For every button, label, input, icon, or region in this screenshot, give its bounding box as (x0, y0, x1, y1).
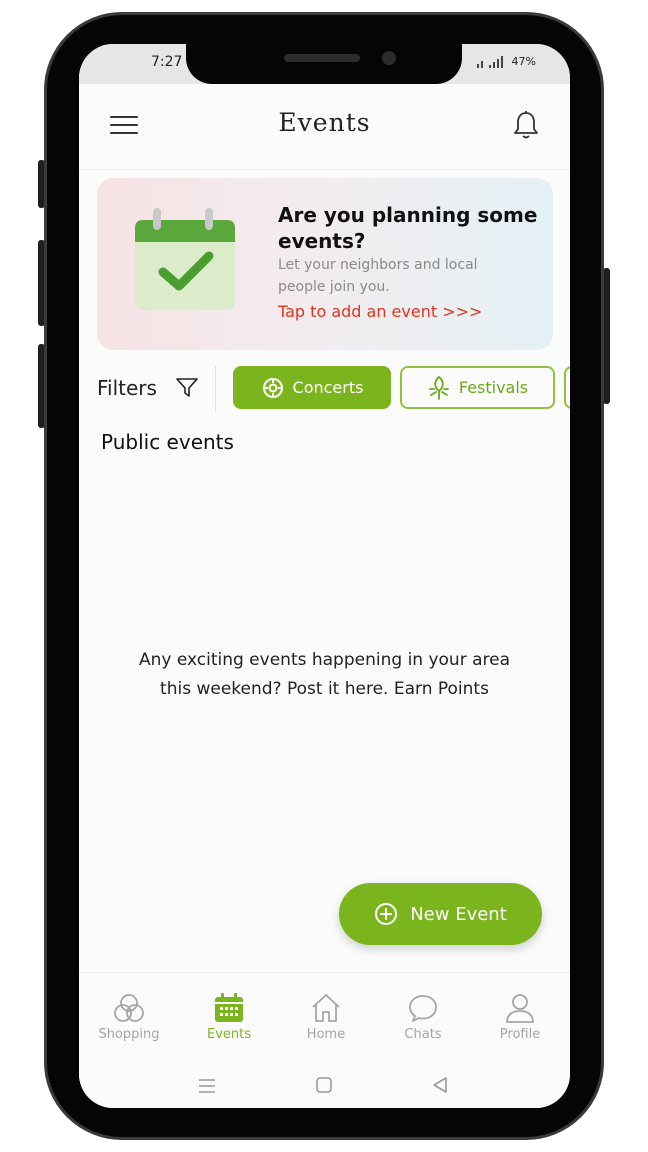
system-nav-bar (79, 1064, 570, 1108)
nav-label: Profile (499, 1027, 541, 1042)
empty-state-line: this weekend? Post it here. Earn Points (160, 679, 489, 699)
home-icon (312, 994, 340, 1022)
phone-notch (186, 40, 462, 84)
concert-icon (262, 377, 283, 398)
banner-subtitle: Let your neighbors and local people join… (278, 257, 478, 295)
page-title: Events (278, 108, 371, 137)
filter-divider (215, 366, 216, 412)
app-header: Events (79, 84, 570, 170)
nav-label: Home (306, 1027, 346, 1042)
shopping-icon (114, 994, 144, 1022)
nav-item-shopping[interactable]: Shopping (84, 991, 174, 1042)
power-button (603, 268, 610, 404)
nav-label: Events (206, 1027, 251, 1042)
recent-apps-icon[interactable] (197, 1078, 217, 1094)
filter-chip-more[interactable] (564, 366, 570, 409)
add-event-banner[interactable]: Are you planning some events? Let your n… (97, 178, 553, 350)
nav-item-chats[interactable]: Chats (378, 991, 468, 1042)
home-square-icon[interactable] (315, 1076, 333, 1094)
calendar-check-icon (135, 208, 235, 310)
nav-item-profile[interactable]: Profile (475, 991, 565, 1042)
signal-icon (476, 55, 503, 68)
status-indicators: 47% (476, 55, 536, 68)
chip-label: Festivals (458, 378, 529, 397)
festival-icon (428, 375, 449, 400)
app-screen: 7:27 47% Events Are you planning some ev (79, 44, 570, 1108)
bottom-nav: Shopping Events Home Chats Profile (79, 972, 570, 1064)
chat-icon (409, 995, 437, 1022)
empty-state-message: Any exciting events happening in your ar… (79, 646, 570, 704)
calendar-icon (215, 993, 243, 1022)
status-time: 7:27 (151, 54, 183, 70)
nav-item-home[interactable]: Home (281, 991, 371, 1042)
filter-chip-festivals[interactable]: Festivals (400, 366, 555, 409)
chip-label: Concerts (292, 378, 364, 397)
profile-icon (506, 994, 534, 1023)
new-event-button[interactable]: New Event (339, 883, 542, 945)
back-icon[interactable] (431, 1076, 449, 1094)
front-camera (382, 51, 396, 65)
nav-item-events[interactable]: Events (184, 991, 274, 1042)
section-title: Public events (101, 430, 234, 454)
filter-icon[interactable] (176, 378, 198, 398)
nav-label: Shopping (98, 1027, 160, 1042)
filters-label[interactable]: Filters (97, 376, 157, 400)
new-event-label: New Event (410, 903, 507, 925)
empty-state-line: Any exciting events happening in your ar… (138, 650, 511, 670)
nav-label: Chats (404, 1027, 442, 1042)
speaker-grille (284, 54, 360, 62)
plus-circle-icon (375, 903, 398, 925)
add-event-link[interactable]: Tap to add an event >>> (278, 302, 482, 321)
bell-icon[interactable] (512, 110, 540, 140)
banner-title: Are you planning some events? (278, 203, 538, 253)
battery-level: 47% (511, 55, 536, 68)
filter-chip-concerts[interactable]: Concerts (233, 366, 391, 409)
